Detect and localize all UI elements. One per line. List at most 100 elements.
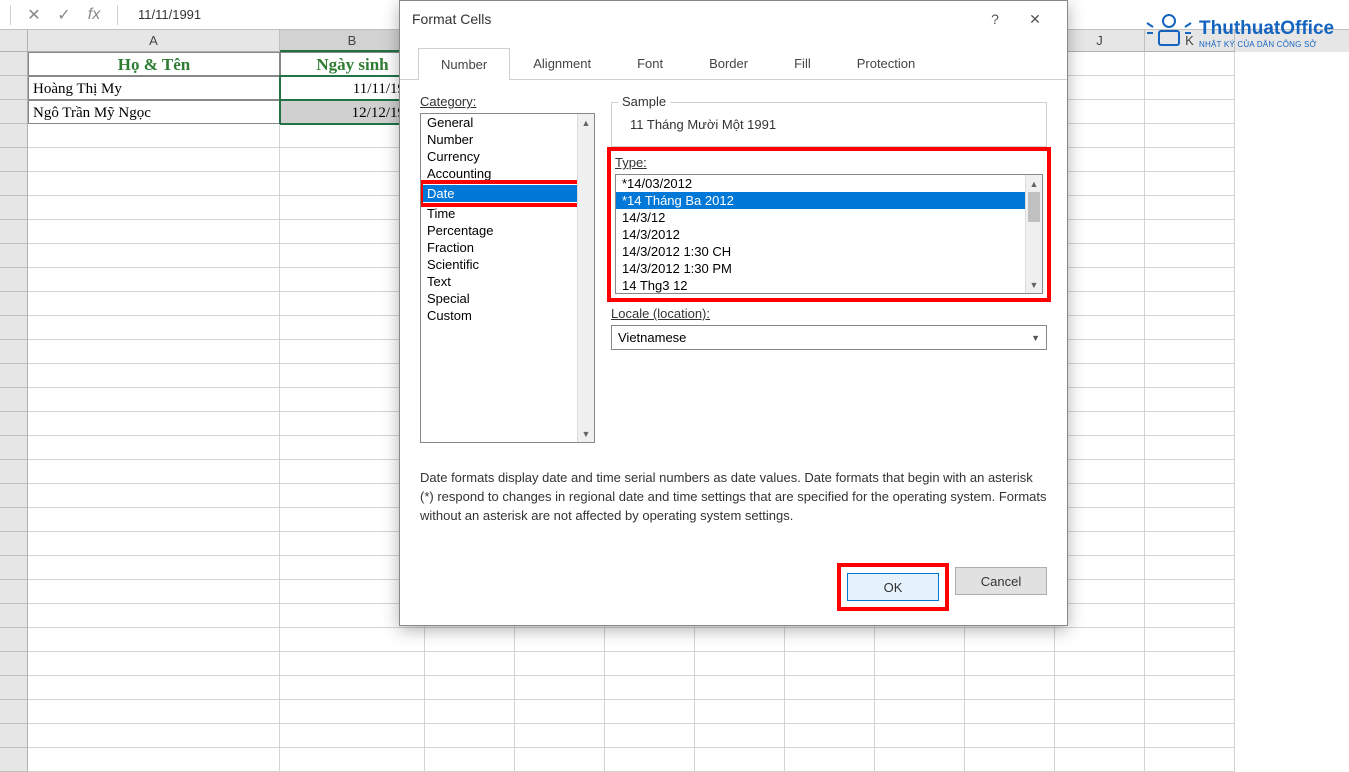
cell[interactable] [1145, 700, 1235, 724]
cell[interactable] [1145, 340, 1235, 364]
cell[interactable] [1145, 748, 1235, 772]
tab-alignment[interactable]: Alignment [510, 47, 614, 79]
row-header[interactable] [0, 124, 28, 148]
cell[interactable] [280, 628, 425, 652]
tab-protection[interactable]: Protection [834, 47, 939, 79]
cell[interactable] [785, 724, 875, 748]
cell[interactable] [280, 676, 425, 700]
cell[interactable] [1055, 316, 1145, 340]
cell[interactable] [28, 556, 280, 580]
cell[interactable] [1145, 652, 1235, 676]
cell[interactable] [1145, 604, 1235, 628]
cell[interactable] [28, 412, 280, 436]
cell[interactable] [695, 700, 785, 724]
cell[interactable] [28, 268, 280, 292]
category-item-fraction[interactable]: Fraction [421, 239, 594, 256]
cell[interactable] [1145, 196, 1235, 220]
cell[interactable] [425, 700, 515, 724]
cell[interactable] [1055, 604, 1145, 628]
cell[interactable] [28, 508, 280, 532]
cell[interactable] [1055, 412, 1145, 436]
scroll-up-icon[interactable]: ▲ [1026, 175, 1042, 192]
cell[interactable] [605, 676, 695, 700]
cell[interactable] [1055, 124, 1145, 148]
cell[interactable] [28, 604, 280, 628]
cell[interactable] [1145, 124, 1235, 148]
cell[interactable] [1055, 652, 1145, 676]
cell[interactable] [1145, 724, 1235, 748]
cell[interactable] [1055, 556, 1145, 580]
cell[interactable] [28, 700, 280, 724]
row-header[interactable] [0, 220, 28, 244]
row-header[interactable] [0, 676, 28, 700]
row-header[interactable] [0, 748, 28, 772]
cell[interactable] [1055, 484, 1145, 508]
tab-number[interactable]: Number [418, 48, 510, 80]
category-item-percentage[interactable]: Percentage [421, 222, 594, 239]
cell[interactable] [28, 124, 280, 148]
cell[interactable] [1145, 484, 1235, 508]
cell-a1[interactable]: Họ & Tên [28, 52, 280, 76]
cell[interactable] [605, 652, 695, 676]
cell[interactable] [1055, 148, 1145, 172]
cell[interactable] [280, 748, 425, 772]
cell[interactable] [1055, 268, 1145, 292]
cell-a3[interactable]: Ngô Trần Mỹ Ngọc [28, 100, 280, 124]
cell[interactable] [28, 580, 280, 604]
cell[interactable] [1055, 724, 1145, 748]
tab-border[interactable]: Border [686, 47, 771, 79]
cell[interactable] [1055, 172, 1145, 196]
cell[interactable] [695, 748, 785, 772]
cell[interactable] [28, 316, 280, 340]
cell[interactable] [1055, 244, 1145, 268]
row-header[interactable] [0, 364, 28, 388]
cell[interactable] [605, 700, 695, 724]
cell[interactable] [1145, 628, 1235, 652]
col-header-j[interactable]: J [1055, 30, 1145, 52]
cell[interactable] [28, 220, 280, 244]
cell[interactable] [1145, 532, 1235, 556]
cell[interactable] [965, 700, 1055, 724]
row-header[interactable] [0, 388, 28, 412]
cell[interactable] [425, 628, 515, 652]
category-listbox[interactable]: ▲ ▼ GeneralNumberCurrencyAccountingDateT… [420, 113, 595, 443]
cell[interactable] [875, 748, 965, 772]
cell[interactable] [1145, 244, 1235, 268]
row-header[interactable] [0, 292, 28, 316]
cell[interactable] [28, 148, 280, 172]
cell[interactable] [28, 628, 280, 652]
cell[interactable] [875, 628, 965, 652]
cell[interactable] [695, 724, 785, 748]
cell[interactable] [785, 676, 875, 700]
cell[interactable] [1145, 364, 1235, 388]
row-header[interactable] [0, 52, 28, 76]
cell[interactable] [1145, 220, 1235, 244]
cell[interactable] [965, 748, 1055, 772]
row-header[interactable] [0, 148, 28, 172]
cell[interactable] [785, 748, 875, 772]
cell[interactable] [1145, 676, 1235, 700]
cell[interactable] [1145, 76, 1235, 100]
cell[interactable] [1055, 532, 1145, 556]
type-item[interactable]: 14 Thg3 12 [616, 277, 1042, 294]
scroll-down-icon[interactable]: ▼ [578, 425, 594, 442]
cell[interactable] [425, 652, 515, 676]
row-header[interactable] [0, 484, 28, 508]
cell[interactable] [785, 652, 875, 676]
cell[interactable] [1055, 388, 1145, 412]
row-header[interactable] [0, 100, 28, 124]
category-item-currency[interactable]: Currency [421, 148, 594, 165]
cell[interactable] [605, 628, 695, 652]
cell[interactable] [1145, 316, 1235, 340]
cell[interactable] [1055, 580, 1145, 604]
cell[interactable] [515, 676, 605, 700]
row-header[interactable] [0, 196, 28, 220]
cell[interactable] [425, 748, 515, 772]
cell[interactable] [515, 748, 605, 772]
cell[interactable] [28, 340, 280, 364]
category-item-text[interactable]: Text [421, 273, 594, 290]
row-header[interactable] [0, 532, 28, 556]
row-header[interactable] [0, 340, 28, 364]
locale-dropdown[interactable]: Vietnamese ▼ [611, 325, 1047, 350]
row-header[interactable] [0, 508, 28, 532]
